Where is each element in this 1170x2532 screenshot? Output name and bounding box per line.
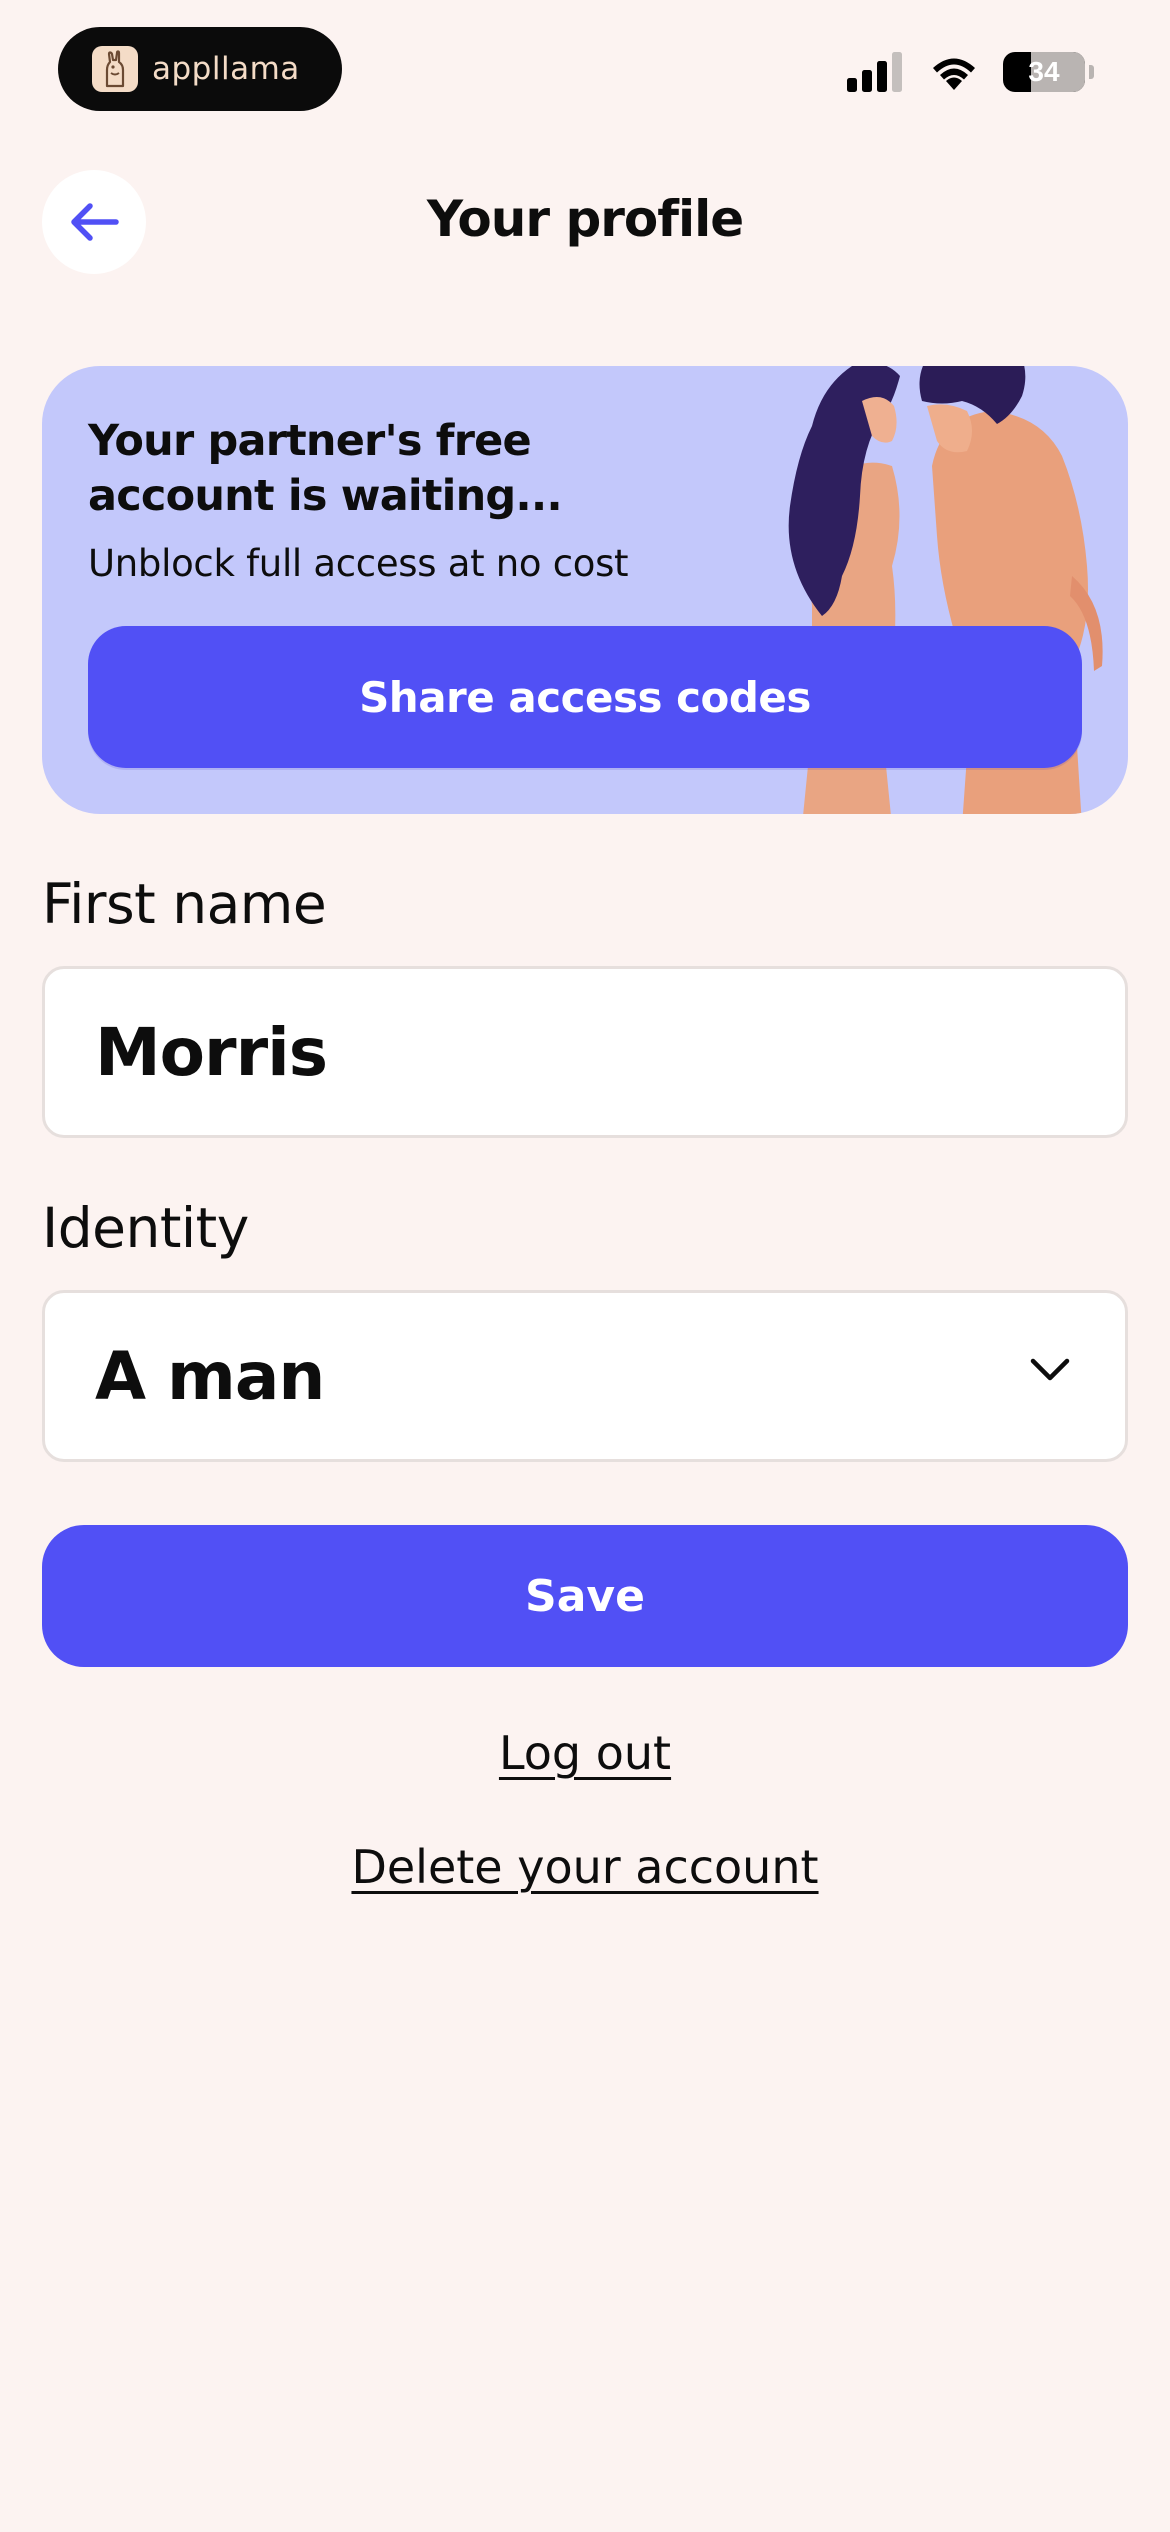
chevron-down-icon [1030, 1358, 1070, 1381]
first-name-value: Morris [95, 1013, 328, 1091]
first-name-label: First name [42, 872, 327, 936]
identity-value: A man [95, 1337, 325, 1415]
banner-title: Your partner's free account is waiting..… [88, 416, 563, 521]
partner-invite-banner: Your partner's free account is waiting..… [42, 366, 1128, 814]
save-button[interactable]: Save [42, 1525, 1128, 1667]
banner-subtitle: Unblock full access at no cost [88, 542, 629, 585]
delete-account-label[interactable]: Delete your account [351, 1840, 818, 1894]
identity-label: Identity [42, 1196, 249, 1260]
app-name-label: appllama [152, 51, 300, 87]
status-icons: 34 [847, 52, 1094, 92]
delete-account-link: Delete your account [0, 1840, 1170, 1894]
log-out-label[interactable]: Log out [499, 1726, 671, 1780]
battery-level: 34 [1028, 56, 1060, 87]
page-title: Your profile [426, 190, 744, 248]
identity-select[interactable]: A man [42, 1290, 1128, 1462]
cellular-signal-icon [847, 52, 902, 92]
battery-icon: 34 [1003, 52, 1085, 92]
first-name-field[interactable]: Morris [42, 966, 1128, 1138]
llama-app-icon [92, 46, 138, 92]
log-out-link: Log out [0, 1726, 1170, 1780]
share-access-codes-button[interactable]: Share access codes [88, 626, 1082, 768]
app-return-pill[interactable]: appllama [58, 27, 342, 111]
wifi-icon [933, 58, 975, 90]
